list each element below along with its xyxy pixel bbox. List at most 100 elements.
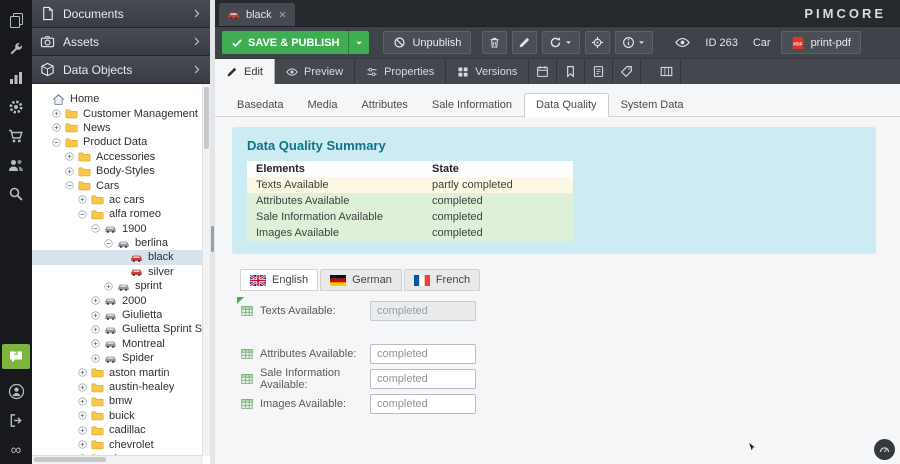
plus-expander-icon[interactable]	[90, 338, 102, 349]
tree-vertical-scrollbar[interactable]	[202, 84, 210, 456]
tree-item-austin-healey[interactable]: austin-healey	[32, 380, 210, 394]
tree-item-cadillac[interactable]: cadillac	[32, 423, 210, 437]
unpublish-button[interactable]: Unpublish	[383, 31, 471, 54]
plus-expander-icon[interactable]	[77, 439, 89, 450]
tree-item-accessories[interactable]: Accessories	[32, 150, 210, 164]
plus-expander-icon[interactable]	[77, 382, 89, 393]
plus-expander-icon[interactable]	[51, 108, 63, 119]
save-publish-button[interactable]: SAVE & PUBLISH	[222, 31, 369, 54]
profile-button[interactable]	[0, 377, 32, 406]
plus-expander-icon[interactable]	[77, 367, 89, 378]
tree-item-spider[interactable]: Spider	[32, 351, 210, 365]
plus-expander-icon[interactable]	[77, 396, 89, 407]
ribbon-tab-preview[interactable]: Preview	[275, 59, 355, 84]
tree-item-aston-martin[interactable]: aston martin	[32, 365, 210, 379]
system-status-button[interactable]	[874, 439, 895, 460]
rail-button-tools[interactable]	[0, 34, 32, 63]
plus-expander-icon[interactable]	[90, 324, 102, 335]
content-tab-attributes[interactable]: Attributes	[349, 93, 419, 116]
tree-item-ac-cars[interactable]: ac cars	[32, 193, 210, 207]
plus-expander-icon[interactable]	[77, 194, 89, 205]
tree-item-bmw[interactable]: bmw	[32, 394, 210, 408]
tree-item-news[interactable]: News	[32, 121, 210, 135]
save-publish-main[interactable]: SAVE & PUBLISH	[222, 31, 348, 54]
ribbon-tab-edit[interactable]: Edit	[215, 59, 275, 84]
scrollbar-thumb[interactable]	[204, 87, 209, 149]
ribbon-tab-properties[interactable]: Properties	[355, 59, 446, 84]
tree-item-gulietta-sprint-specia[interactable]: Gulietta Sprint Specia	[32, 322, 210, 336]
print-pdf-button[interactable]: PDF print-pdf	[781, 31, 861, 54]
tree-item-chevrolet[interactable]: chevrolet	[32, 437, 210, 451]
tree-item-black[interactable]: black	[32, 250, 210, 264]
minus-expander-icon[interactable]	[103, 238, 115, 249]
content-tab-sale-information[interactable]: Sale Information	[420, 93, 524, 116]
rail-button-settings[interactable]	[0, 92, 32, 121]
ribbon-tool-custom-layout[interactable]	[653, 59, 681, 84]
plus-expander-icon[interactable]	[51, 122, 63, 133]
field-input-images-available[interactable]	[370, 394, 476, 414]
rail-button-reports[interactable]	[0, 63, 32, 92]
content-tab-system-data[interactable]: System Data	[609, 93, 696, 116]
ribbon-tool-bookmark[interactable]	[557, 59, 585, 84]
rail-button-documents[interactable]	[0, 5, 32, 34]
plus-expander-icon[interactable]	[90, 295, 102, 306]
preview-eye-button[interactable]	[670, 31, 695, 54]
tree-item-silver[interactable]: silver	[32, 265, 210, 279]
content-tab-basedata[interactable]: Basedata	[225, 93, 295, 116]
lang-tab-french[interactable]: French	[404, 269, 480, 291]
ribbon-tab-versions[interactable]: Versions	[446, 59, 529, 84]
locate-in-tree-button[interactable]	[585, 31, 610, 54]
minus-expander-icon[interactable]	[64, 180, 76, 191]
tree-item-customer-management[interactable]: Customer Management	[32, 106, 210, 120]
plus-expander-icon[interactable]	[64, 166, 76, 177]
ribbon-tool-notes-events[interactable]	[585, 59, 613, 84]
tree-item-giulietta[interactable]: Giulietta	[32, 308, 210, 322]
plus-expander-icon[interactable]	[90, 353, 102, 364]
field-input-texts-available[interactable]	[370, 301, 476, 321]
lang-tab-german[interactable]: German	[320, 269, 402, 291]
minus-expander-icon[interactable]	[90, 223, 102, 234]
reload-button[interactable]	[542, 31, 580, 54]
tree-item-cars[interactable]: Cars	[32, 178, 210, 192]
tree-horizontal-scrollbar[interactable]	[32, 455, 203, 464]
tree-item-alfa-romeo[interactable]: alfa romeo	[32, 207, 210, 221]
object-tab-black[interactable]: black	[219, 3, 295, 26]
tree-item-home[interactable]: Home	[32, 92, 210, 106]
ribbon-tool-tags[interactable]	[613, 59, 641, 84]
content-tab-data-quality[interactable]: Data Quality	[524, 93, 609, 117]
tree-item-buick[interactable]: buick	[32, 409, 210, 423]
accordion-documents[interactable]: Documents	[32, 0, 210, 28]
lang-tab-english[interactable]: English	[240, 269, 318, 291]
plus-expander-icon[interactable]	[103, 281, 115, 292]
tree-item-body-styles[interactable]: Body-Styles	[32, 164, 210, 178]
tree-item-berlina[interactable]: berlina	[32, 236, 210, 250]
info-button[interactable]	[615, 31, 653, 54]
scrollbar-thumb[interactable]	[34, 457, 106, 462]
accordion-assets[interactable]: Assets	[32, 28, 210, 56]
tree-item-1900[interactable]: 1900	[32, 222, 210, 236]
tree-item-montreal[interactable]: Montreal	[32, 337, 210, 351]
plus-expander-icon[interactable]	[77, 410, 89, 421]
ribbon-tool-schedule[interactable]	[529, 59, 557, 84]
plus-expander-icon[interactable]	[77, 425, 89, 436]
tree-item-product-data[interactable]: Product Data	[32, 135, 210, 149]
field-input-sale-information-available[interactable]	[370, 369, 476, 389]
rail-button-users[interactable]	[0, 150, 32, 179]
save-options-caret[interactable]	[348, 31, 369, 54]
field-input-attributes-available[interactable]	[370, 344, 476, 364]
rail-button-search[interactable]	[0, 179, 32, 208]
accordion-data-objects[interactable]: Data Objects	[32, 56, 210, 84]
logout-button[interactable]	[0, 406, 32, 435]
tree-item-sprint[interactable]: sprint	[32, 279, 210, 293]
minus-expander-icon[interactable]	[51, 137, 63, 148]
close-icon[interactable]	[278, 10, 287, 19]
plus-expander-icon[interactable]	[64, 151, 76, 162]
rename-button[interactable]	[512, 31, 537, 54]
content-tab-media[interactable]: Media	[295, 93, 349, 116]
plus-expander-icon[interactable]	[90, 310, 102, 321]
delete-button[interactable]	[482, 31, 507, 54]
minus-expander-icon[interactable]	[77, 209, 89, 220]
chat-button[interactable]: 3	[2, 344, 30, 369]
tree-item-2000[interactable]: 2000	[32, 293, 210, 307]
rail-button-ecommerce[interactable]	[0, 121, 32, 150]
